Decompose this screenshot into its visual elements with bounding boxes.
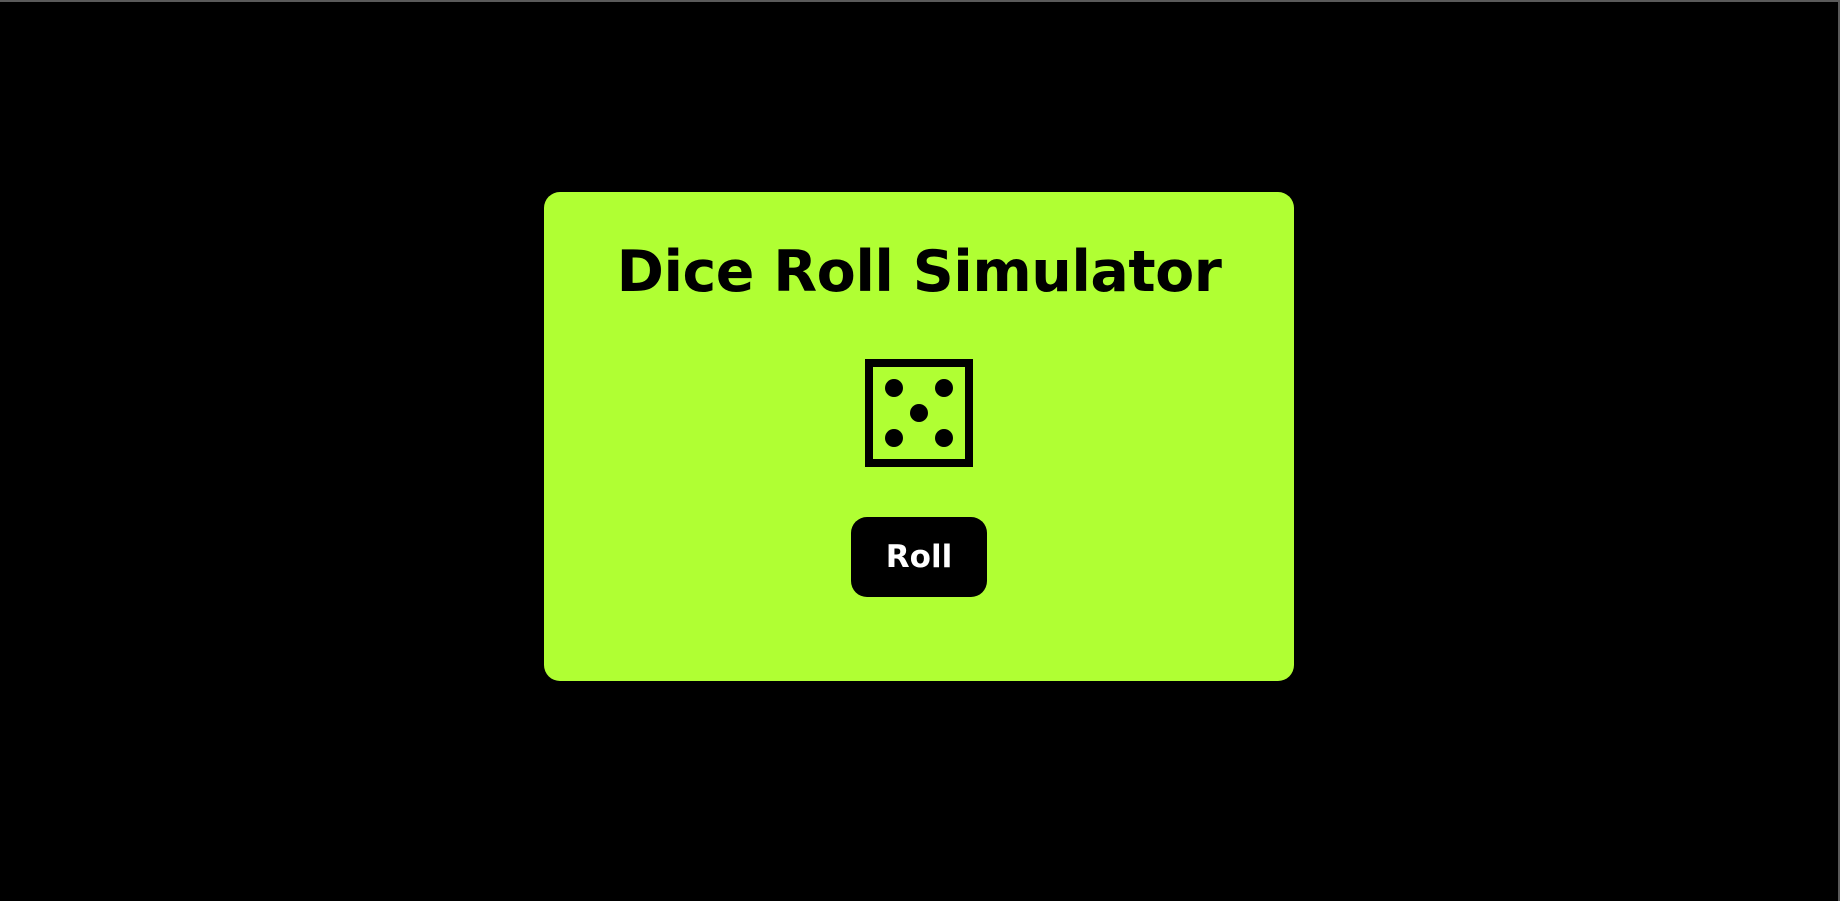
page-title: Dice Roll Simulator [616,239,1222,305]
roll-button[interactable]: Roll [851,517,987,597]
simulator-card: Dice Roll Simulator Roll [544,192,1294,681]
die-pip [935,429,953,447]
dice-five-icon [865,359,973,467]
die-pip [935,379,953,397]
die-pip [885,379,903,397]
die-pip [910,404,928,422]
die-pip [885,429,903,447]
